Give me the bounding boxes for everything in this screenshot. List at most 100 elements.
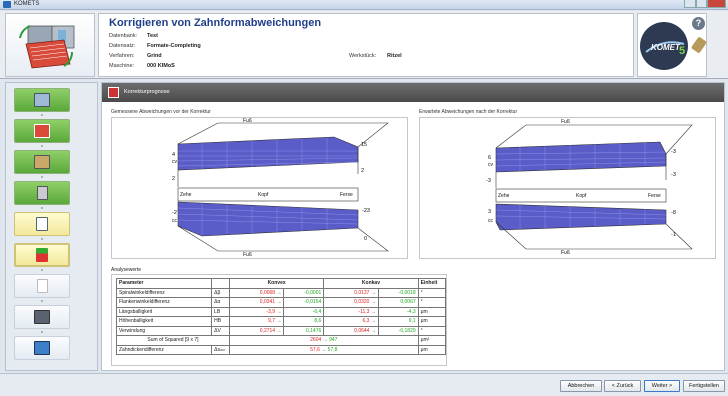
symbol-cell: LB bbox=[211, 306, 230, 317]
zurueck-button[interactable]: < Zurück bbox=[604, 380, 641, 392]
arrow: → bbox=[321, 346, 327, 353]
nav-item-1[interactable] bbox=[14, 88, 70, 112]
info-value: Grind bbox=[147, 53, 162, 59]
fuss-label-top: Fuß bbox=[243, 118, 252, 124]
section-bar: Korrekturprognose bbox=[102, 83, 724, 102]
info-row-datensatz: Datensatz: Formate-Completing bbox=[109, 43, 201, 49]
arrow: → bbox=[276, 299, 282, 306]
value-label: 2 bbox=[361, 168, 365, 174]
column-header-konvex: Konvex bbox=[228, 278, 325, 289]
before-value: 9,7 bbox=[268, 318, 276, 325]
konkav-before: 0,0644 → bbox=[323, 325, 379, 336]
nav-item-3[interactable] bbox=[14, 150, 70, 174]
konvex-after: 0,1476 bbox=[283, 325, 325, 336]
nav-separator bbox=[41, 145, 43, 147]
info-row-datenbank: Datenbank: Test bbox=[109, 33, 158, 39]
komet-logo-number: 5 bbox=[679, 45, 685, 57]
value-label: -3 bbox=[671, 172, 676, 178]
analysis-table: Parameter Konvex Konkav Einheit Spiralwi… bbox=[115, 278, 447, 355]
value-label: -3 bbox=[486, 178, 491, 184]
table-row-sum: Sum of Squared [9 x 7] 2604 → 947 μm² bbox=[116, 335, 447, 346]
calculator-icon bbox=[36, 186, 48, 200]
info-row-maschine: Maschine: 000 KIMoS bbox=[109, 63, 175, 69]
main-panel: Korrekturprognose Gemessene Abweichungen… bbox=[101, 82, 725, 371]
komet-logo: KOMET 5 ? bbox=[637, 13, 708, 77]
arrow: → bbox=[276, 327, 282, 334]
symbol-cell: Δα bbox=[211, 297, 230, 308]
arrow: → bbox=[322, 337, 328, 344]
cv-label: cv bbox=[172, 159, 177, 165]
left-upper-surface bbox=[177, 122, 389, 187]
kopf-label: Kopf bbox=[258, 192, 269, 198]
correction-icon bbox=[36, 248, 48, 262]
value-label: 3 bbox=[488, 209, 492, 215]
symbol-cell: Δsₘₙ bbox=[211, 344, 230, 355]
before-value: 2604 bbox=[310, 337, 322, 344]
column-header-parameter: Parameter bbox=[115, 278, 213, 289]
nav-item-9[interactable] bbox=[14, 336, 70, 360]
konvex-before: 0,0341 → bbox=[228, 297, 285, 308]
maximize-button[interactable] bbox=[696, 0, 707, 8]
param-cell: Flankenwinkeldifferenz bbox=[115, 297, 213, 308]
printer-icon bbox=[34, 310, 50, 324]
after-value: 947 bbox=[329, 337, 338, 344]
info-value: Test bbox=[147, 33, 158, 39]
info-label: Maschine: bbox=[109, 63, 135, 69]
before-value: 0,0341 bbox=[259, 299, 276, 306]
weiter-button[interactable]: Weiter > bbox=[644, 380, 680, 392]
column-header-konkav: Konkav bbox=[323, 278, 419, 289]
konvex-after: -6,4 bbox=[283, 306, 325, 317]
nav-item-6-active[interactable] bbox=[14, 243, 70, 267]
konkav-after: 9,1 bbox=[377, 316, 419, 327]
close-button[interactable] bbox=[707, 0, 726, 8]
sidebar bbox=[5, 82, 98, 371]
value-label: 15 bbox=[361, 142, 368, 148]
app-logo-icon bbox=[3, 1, 11, 8]
nav-item-4[interactable] bbox=[14, 181, 70, 205]
unit-cell: μm bbox=[417, 344, 447, 355]
table-row-zahndicke: Zahndickendifferenz Δsₘₙ 57,6 → 57,8 μm bbox=[115, 344, 447, 355]
konkav-before: 0,0137 → bbox=[323, 287, 379, 298]
before-value: 0,0644 bbox=[354, 327, 370, 334]
table-row: Längsballigkeit LB -3,9 → -6,4 -11,3 → -… bbox=[115, 306, 447, 317]
right-plot: Fuß Fuß Zehe Kopf Ferse cv cc 6 -3 -3 -3… bbox=[419, 117, 716, 259]
info-label: Verfahren: bbox=[109, 53, 135, 59]
fertigstellen-button[interactable]: Fertigstellen bbox=[683, 380, 725, 392]
column-header-symbol bbox=[211, 278, 230, 289]
table-header-row: Parameter Konvex Konkav Einheit bbox=[115, 278, 447, 289]
analysis-title: Analysewerte bbox=[111, 267, 142, 273]
minimize-button[interactable] bbox=[684, 0, 696, 8]
abbrechen-button[interactable]: Abbrechen bbox=[560, 380, 602, 392]
fuss-label-bottom: Fuß bbox=[243, 252, 252, 258]
param-cell: Zahndickendifferenz bbox=[115, 344, 213, 355]
nav-separator bbox=[41, 300, 43, 302]
value-label: -1 bbox=[671, 232, 676, 238]
table-row: Spiralwinkeldifferenz Δβ 0,0068 → -0,000… bbox=[115, 287, 447, 298]
symbol-cell: Δβ bbox=[211, 287, 230, 298]
value-label: -23 bbox=[362, 208, 370, 214]
help-icon[interactable]: ? bbox=[692, 17, 705, 30]
info-value: Formate-Completing bbox=[147, 43, 201, 49]
unit-cell: ° bbox=[417, 325, 447, 336]
param-cell: Verwindung bbox=[115, 325, 213, 336]
database-icon bbox=[34, 93, 50, 107]
konkav-before: -11,3 → bbox=[323, 306, 379, 317]
value-label: 6 bbox=[488, 155, 492, 161]
info-row-verfahren: Verfahren: Grind bbox=[109, 53, 162, 59]
page-title: Korrigieren von Zahnformabweichungen bbox=[109, 17, 322, 29]
konvex-before: -3,9 → bbox=[228, 306, 285, 317]
arrow: → bbox=[370, 299, 376, 306]
nav-item-8[interactable] bbox=[14, 305, 70, 329]
table-row: Flankenwinkeldifferenz Δα 0,0341 → -0,01… bbox=[115, 297, 447, 308]
konkav-before: 6,3 → bbox=[323, 316, 379, 327]
nav-item-7[interactable] bbox=[14, 274, 70, 298]
nav-item-2[interactable] bbox=[14, 119, 70, 143]
before-value: -3,9 bbox=[266, 308, 276, 315]
left-lower-surface bbox=[177, 201, 389, 252]
unit-cell: μm bbox=[417, 306, 447, 317]
arrow: → bbox=[370, 318, 376, 325]
unit-cell: ° bbox=[417, 287, 447, 298]
zehe-label: Zehe bbox=[498, 193, 510, 199]
nav-item-5[interactable] bbox=[14, 212, 70, 236]
param-cell: Längsballigkeit bbox=[115, 306, 213, 317]
